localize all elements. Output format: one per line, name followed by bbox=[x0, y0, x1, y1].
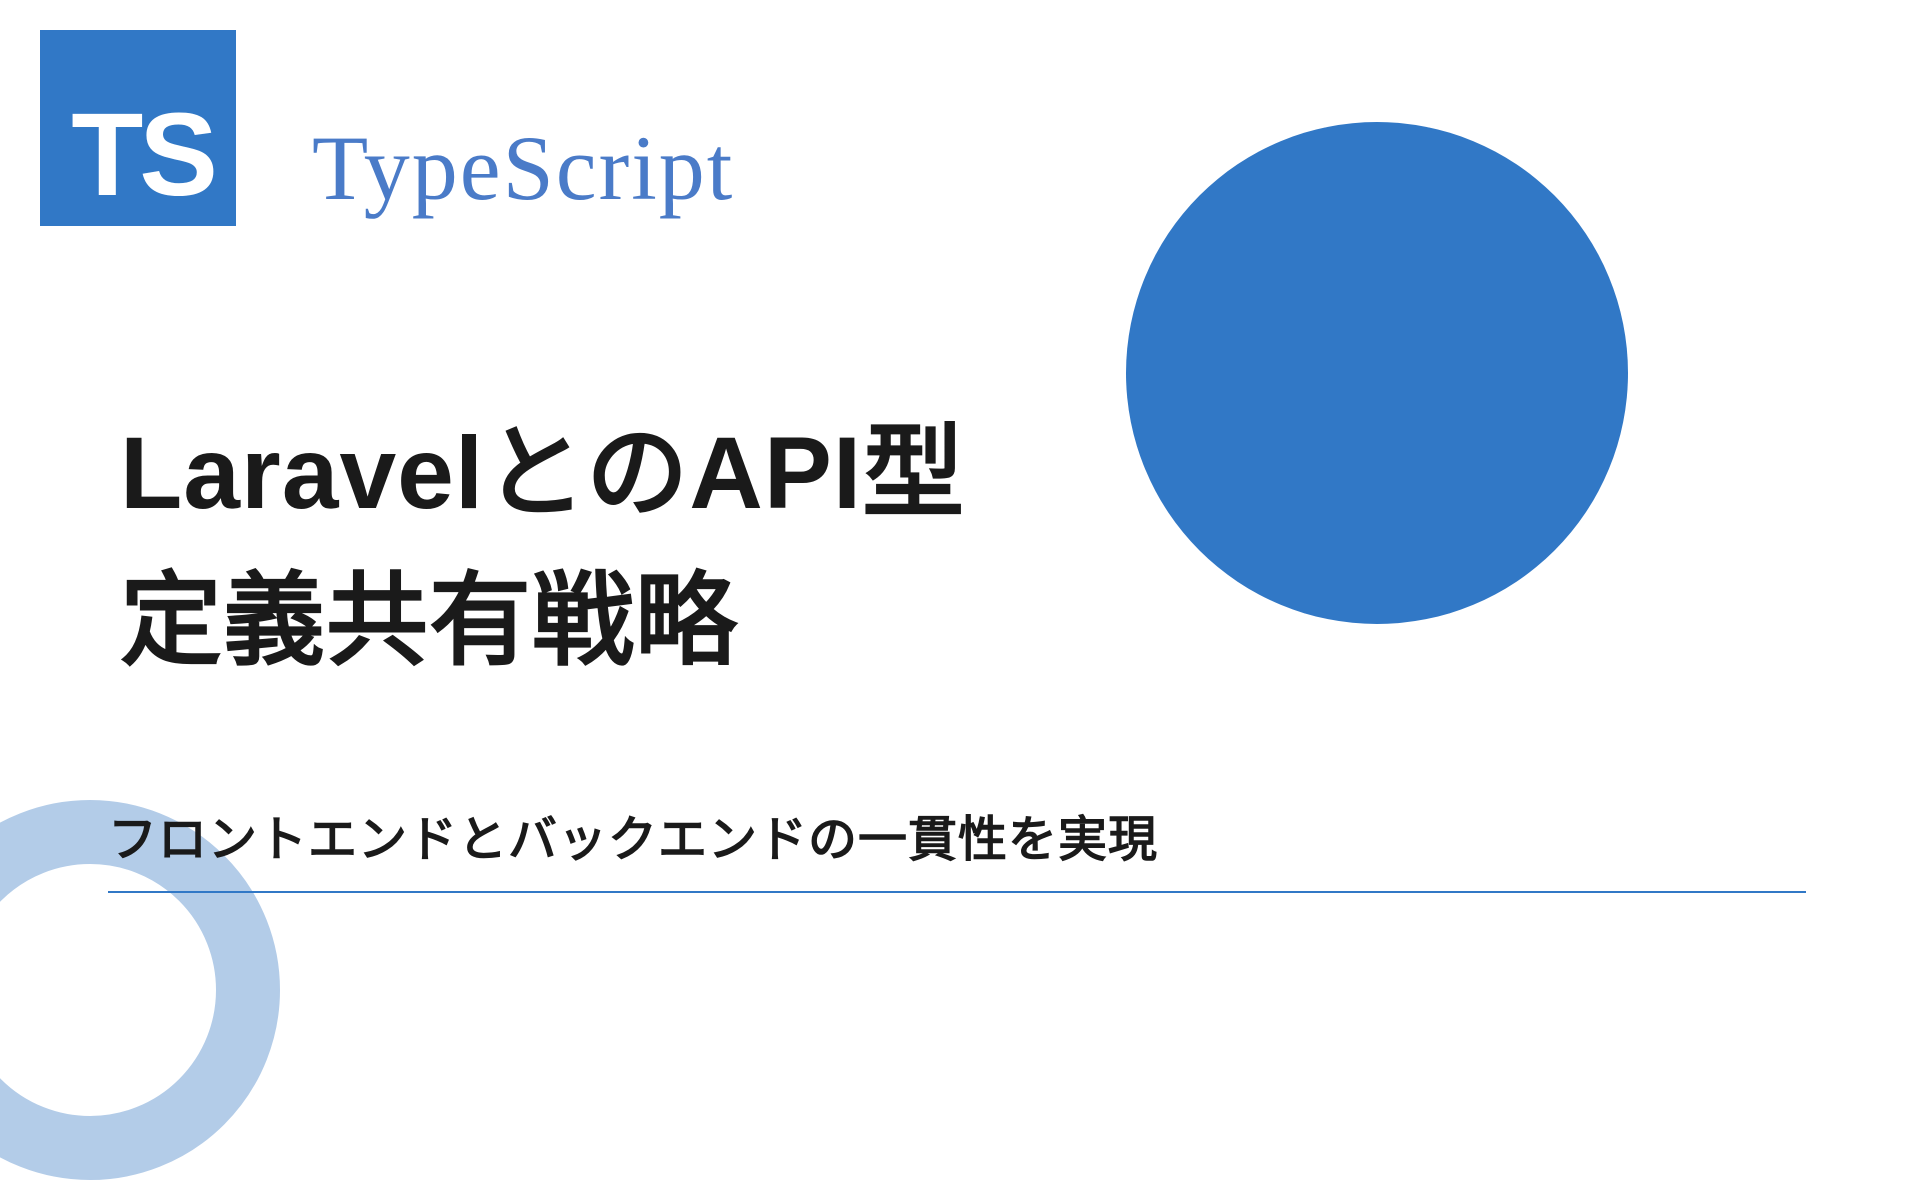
subtitle-underline bbox=[108, 891, 1806, 893]
title-line-2: 定義共有戦略 bbox=[120, 564, 738, 678]
typescript-logo: TS bbox=[40, 30, 236, 226]
decorative-circle bbox=[1126, 122, 1628, 624]
subtitle-text: フロントエンドとバックエンドの一貫性を実現 bbox=[108, 800, 1806, 891]
page-title: LaravelとのAPI型 定義共有戦略 bbox=[120, 400, 965, 696]
subtitle-container: フロントエンドとバックエンドの一貫性を実現 bbox=[108, 800, 1806, 893]
logo-text: TS bbox=[71, 96, 214, 214]
typescript-label: TypeScript bbox=[312, 115, 734, 221]
title-line-1: LaravelとのAPI型 bbox=[120, 416, 965, 530]
